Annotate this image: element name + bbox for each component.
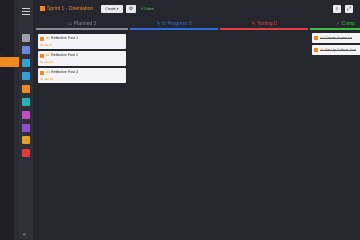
task-id: #4: [320, 36, 324, 40]
column-planned-label: Planned: [73, 21, 93, 27]
collapse-sidebar-icon[interactable]: «: [23, 232, 26, 238]
task-card[interactable]: #2 Reflective Post 2 01 Jan 11: [38, 51, 126, 66]
inprogress-icon: ✎: [156, 21, 161, 27]
task-id: #1: [46, 36, 50, 40]
task-id: #5: [320, 48, 324, 52]
planned-icon: ▭: [67, 21, 73, 27]
menu-icon[interactable]: [22, 8, 30, 17]
doc-icon[interactable]: [22, 136, 30, 144]
column-inprogress-count: 0: [188, 21, 192, 27]
app-icon[interactable]: [22, 72, 30, 80]
create-button[interactable]: Create ▾: [101, 5, 123, 13]
people-icon[interactable]: [22, 46, 30, 54]
task-title: Create Avatar for: [325, 36, 353, 40]
task-card[interactable]: #4 Create Avatar for: [312, 33, 360, 43]
grid-icon[interactable]: [22, 34, 30, 42]
column-complete-label: Comp: [341, 21, 355, 27]
board-icon: [40, 6, 45, 12]
sprint-title: Sprint 1 - Orientation: [47, 6, 94, 12]
column-inprogress: [130, 31, 218, 240]
column-complete: #4 Create Avatar for #5 Set Up Critical …: [310, 31, 360, 240]
column-planned-count: 3: [93, 21, 97, 27]
edit-icon[interactable]: [22, 85, 30, 93]
testing-icon: ✎: [251, 21, 256, 27]
column-planned-header[interactable]: ▭ Planned 3: [36, 20, 128, 30]
chat-icon[interactable]: [22, 59, 30, 67]
online-status: 0 Online: [141, 7, 155, 11]
sidebar-item-selected-label: ...: [1, 60, 4, 64]
task-card[interactable]: #1 Reflective Post 1 01 Jan 8: [38, 34, 126, 49]
checkbox-icon[interactable]: [40, 54, 44, 58]
task-title: Set Up Critical Jour: [325, 48, 356, 52]
checkbox-icon[interactable]: [314, 48, 318, 52]
page-title: Sprint 1 - Orientation: [40, 6, 93, 12]
sidebar-project-panel: [0, 0, 14, 240]
checkbox-icon[interactable]: [314, 36, 318, 40]
task-title: Reflective Post 2: [51, 53, 78, 57]
task-title: Reflective Post 1: [51, 36, 78, 40]
task-date: 01 Jan 11: [40, 60, 53, 64]
task-title: Reflective Post 3: [51, 70, 78, 74]
search-icon[interactable]: ⌕: [333, 5, 341, 13]
task-date: 01 Jan 8: [40, 43, 52, 47]
column-inprogress-label: In Progress: [161, 21, 188, 27]
column-inprogress-header[interactable]: ✎ In Progress 0: [130, 20, 218, 30]
puzzle-icon[interactable]: [22, 111, 30, 119]
task-id: #3: [46, 70, 50, 74]
column-complete-header[interactable]: ✓ Comp: [310, 20, 360, 30]
column-testing-label: Testing: [256, 21, 273, 27]
sidebar-label-2: ..: [1, 69, 3, 73]
briefcase-icon[interactable]: [22, 149, 30, 157]
checkbox-icon[interactable]: [40, 37, 44, 41]
task-card[interactable]: #3 Reflective Post 3 01 Jan 16: [38, 68, 126, 83]
column-testing-count: 0: [273, 21, 277, 27]
expand-icon[interactable]: ⤢: [345, 5, 353, 13]
column-testing-header[interactable]: ✎ Testing 0: [220, 20, 308, 30]
complete-icon: ✓: [336, 21, 341, 27]
checkbox-icon[interactable]: [40, 71, 44, 75]
task-date: 01 Jan 16: [40, 77, 54, 81]
check-icon[interactable]: [22, 98, 30, 106]
task-id: #2: [46, 53, 50, 57]
task-card[interactable]: #5 Set Up Critical Jour: [312, 45, 360, 55]
settings-button[interactable]: ⚙: [126, 5, 136, 13]
column-planned: #1 Reflective Post 1 01 Jan 8 #2 Reflect…: [36, 31, 128, 240]
user-icon[interactable]: [22, 124, 30, 132]
column-testing: [220, 31, 308, 240]
